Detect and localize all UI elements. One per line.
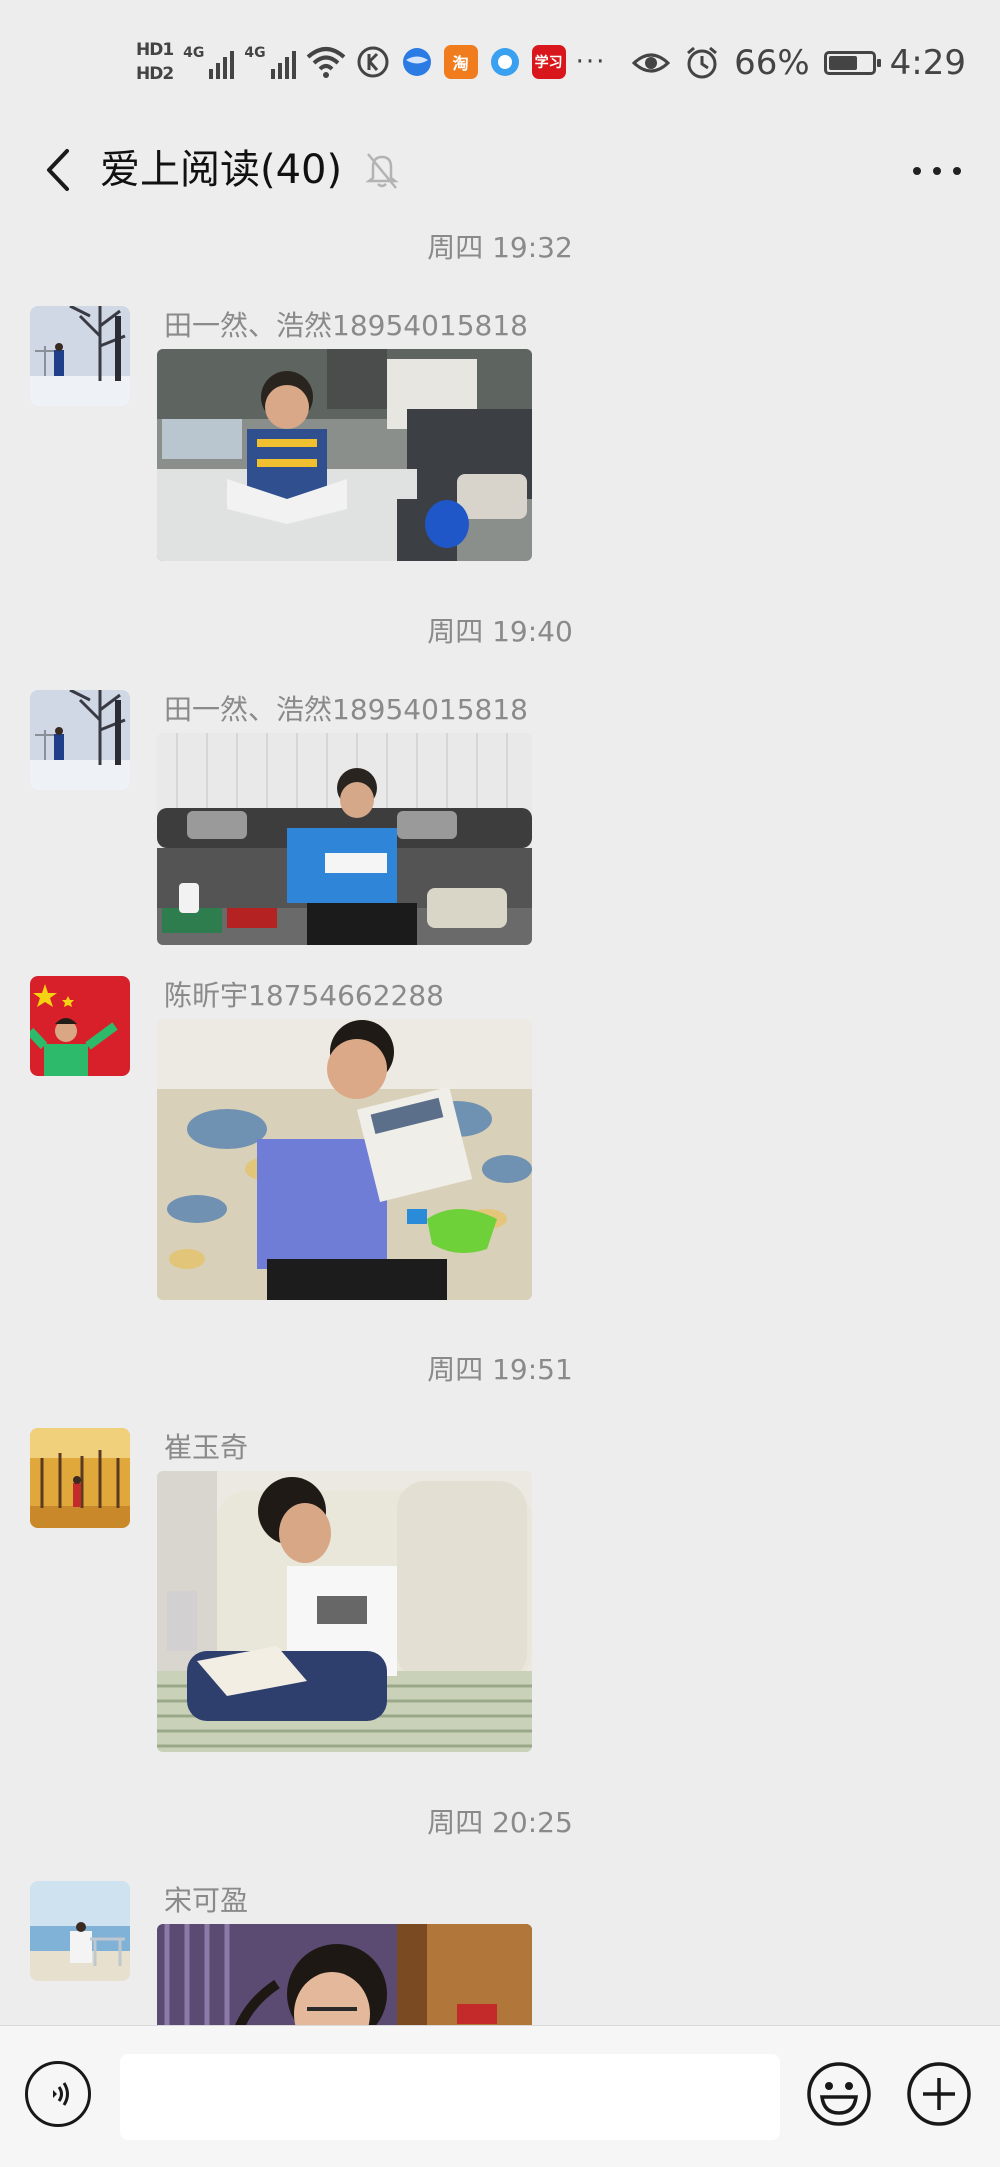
dot — [933, 167, 941, 175]
clock: 4:29 — [889, 43, 966, 83]
winter-tree-avatar[interactable] — [30, 306, 130, 406]
emoji-button[interactable] — [806, 2061, 872, 2127]
back-button[interactable] — [28, 140, 88, 200]
signal-1-icon: 4G — [183, 45, 235, 79]
status-left: HD1 HD2 4G 4G 淘 学习 ··· — [136, 30, 606, 94]
net2-label: 4G — [244, 45, 266, 61]
browser-icon — [402, 48, 431, 76]
sender-name: 陈昕宇18754662288 — [164, 979, 444, 1012]
xuexi-icon-text: 学习 — [534, 55, 563, 71]
input-bar — [0, 2025, 1000, 2167]
girl-reading-photo[interactable] — [157, 1924, 532, 2026]
message-list[interactable]: 周四 19:32 田一然、浩然18954015818 周四 19:40 田一然、… — [0, 216, 1000, 2026]
more-notifications-icon: ··· — [575, 47, 607, 77]
winter-tree-avatar[interactable] — [30, 690, 130, 790]
status-right: 66% 4:29 — [632, 38, 966, 88]
status-bar: HD1 HD2 4G 4G 淘 学习 ··· 66% 4:29 — [0, 0, 1000, 124]
boy-reading-aloud-photo[interactable] — [157, 1019, 532, 1300]
timestamp: 周四 19:32 — [427, 231, 573, 264]
taobao-icon: 淘 — [443, 45, 478, 79]
chat-title: 爱上阅读(40) — [100, 147, 343, 193]
mute-bell-icon — [360, 144, 404, 196]
eye-comfort-icon — [632, 53, 671, 73]
more-options-button[interactable] — [902, 146, 972, 196]
boy-reading-at-table-photo[interactable] — [157, 349, 532, 561]
sender-name: 崔玉奇 — [164, 1431, 249, 1464]
chat-header: 爱上阅读(40) — [0, 124, 1000, 216]
k-app-icon — [357, 46, 389, 78]
timestamp: 周四 19:51 — [427, 1353, 573, 1386]
battery-icon — [823, 51, 881, 75]
dot — [913, 167, 921, 175]
message-input[interactable] — [120, 2054, 780, 2140]
wifi-icon — [306, 47, 345, 78]
alarm-icon — [687, 46, 718, 79]
autumn-trees-avatar[interactable] — [30, 1428, 130, 1528]
voice-input-button[interactable] — [25, 2061, 91, 2127]
more-features-button[interactable] — [906, 2061, 972, 2127]
seaside-avatar[interactable] — [30, 1881, 130, 1981]
hd2-label: HD2 — [136, 64, 174, 84]
dot — [953, 167, 961, 175]
flag-boy-avatar[interactable] — [30, 976, 130, 1076]
boy-reading-on-sofa-photo[interactable] — [157, 733, 532, 945]
timestamp: 周四 19:40 — [427, 615, 573, 648]
hd1-label: HD1 — [136, 40, 174, 60]
hd-indicators: HD1 HD2 — [136, 40, 174, 84]
voice-icon — [53, 2082, 69, 2106]
sender-name: 宋可盈 — [164, 1884, 249, 1917]
chevron-left-icon — [47, 149, 69, 191]
xuexi-icon: 学习 — [531, 45, 566, 79]
timestamp: 周四 20:25 — [427, 1806, 573, 1839]
qq-browser-icon — [490, 48, 519, 76]
boy-reading-on-white-sofa-photo[interactable] — [157, 1471, 532, 1752]
battery-percent: 66% — [734, 43, 810, 83]
sender-name: 田一然、浩然18954015818 — [164, 309, 528, 342]
signal-2-icon: 4G — [244, 45, 296, 79]
net1-label: 4G — [183, 45, 205, 61]
sender-name: 田一然、浩然18954015818 — [164, 693, 528, 726]
